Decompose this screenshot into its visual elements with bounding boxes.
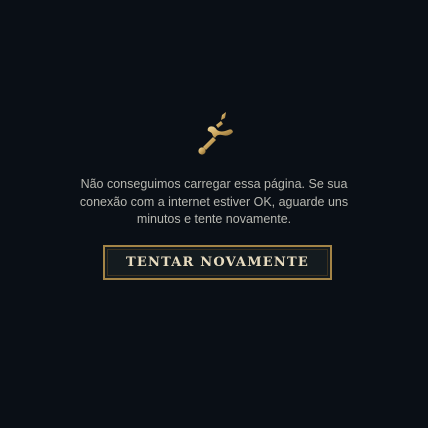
retry-button-label: TENTAR NOVAMENTE <box>126 255 309 270</box>
error-message: Não conseguimos carregar essa página. Se… <box>79 177 349 226</box>
error-screen: Não conseguimos carregar essa página. Se… <box>0 0 428 428</box>
broken-sword-icon <box>192 108 244 160</box>
retry-button[interactable]: TENTAR NOVAMENTE <box>103 245 332 280</box>
